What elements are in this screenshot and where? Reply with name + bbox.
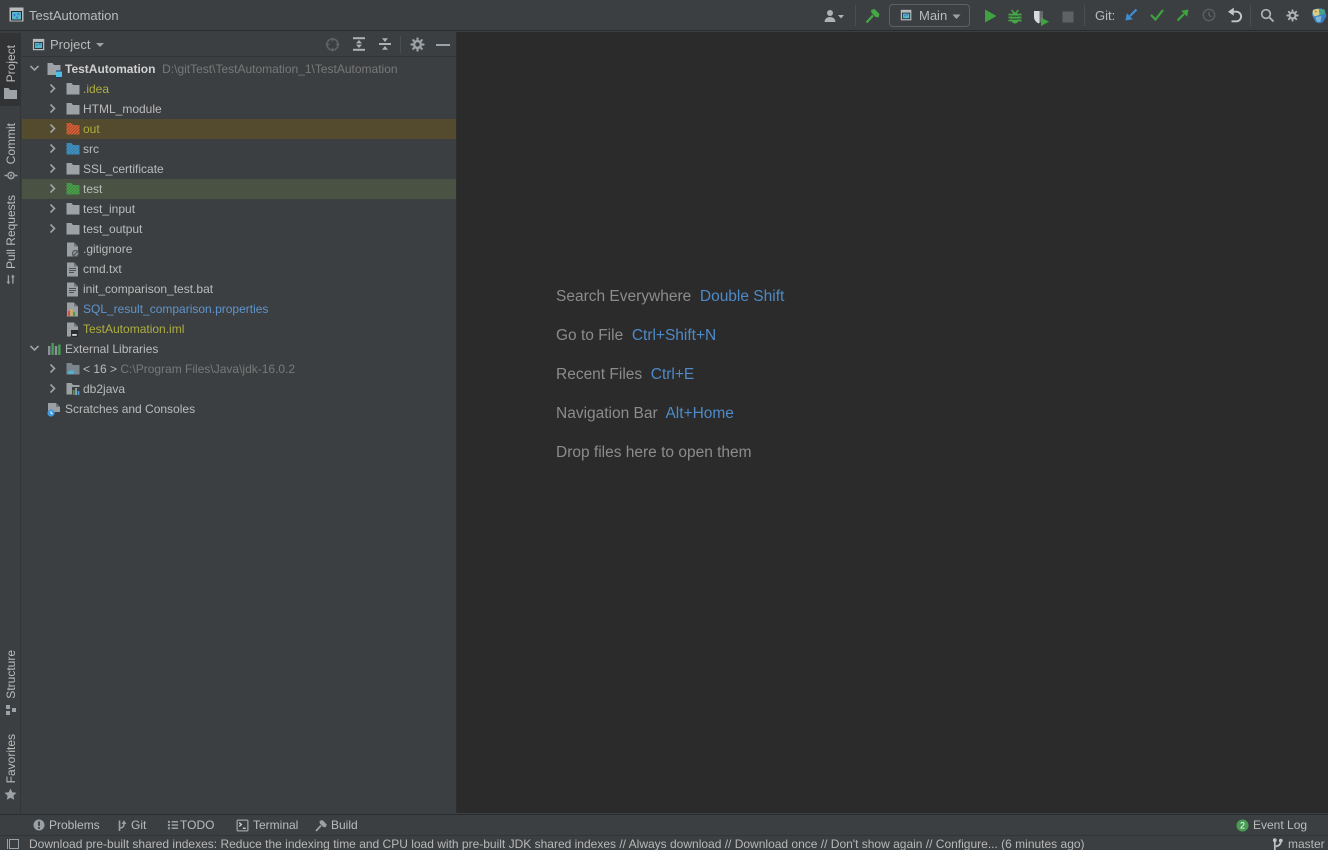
svg-text:2: 2 xyxy=(1240,821,1245,831)
